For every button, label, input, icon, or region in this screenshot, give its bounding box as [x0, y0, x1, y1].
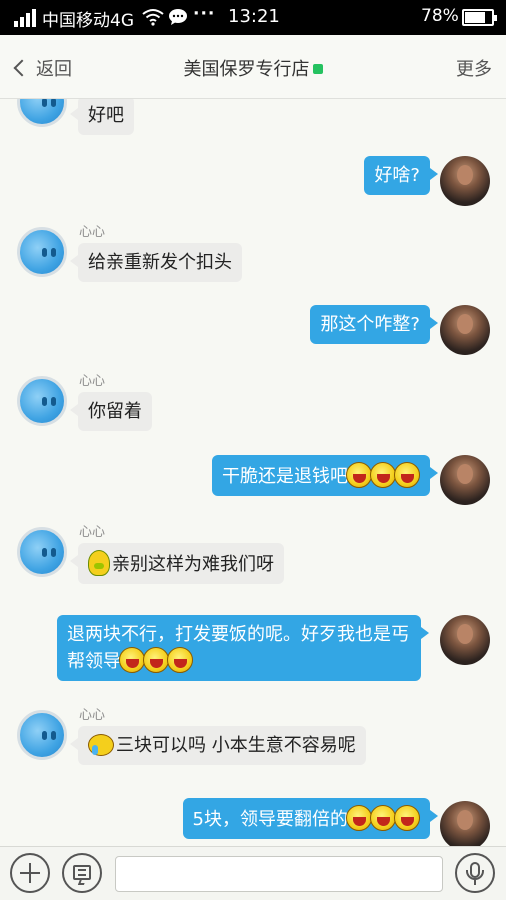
clock: 13:21	[228, 6, 280, 27]
sender-name: 心心	[79, 374, 106, 389]
message-notification-icon	[169, 9, 187, 25]
message-bubble-outgoing: 干脆还是退钱吧	[212, 455, 438, 496]
carrier-label: 中国移动4G	[42, 11, 134, 31]
wifi-icon	[142, 9, 164, 26]
laughing-emoji-icon	[346, 462, 372, 488]
crying-emoji-icon	[88, 734, 114, 756]
laughing-emoji-icon	[370, 805, 396, 831]
message-bubble-incoming: 给亲重新发个扣头	[70, 243, 242, 282]
message-bubble-outgoing: 退两块不行，打发要饭的呢。好歹我也是丐 帮领导	[57, 615, 429, 681]
sender-name: 心心	[79, 525, 106, 540]
message-bubble-incoming: 好吧	[70, 99, 134, 135]
my-avatar[interactable]	[440, 305, 490, 355]
battery-icon	[462, 9, 497, 26]
contact-avatar[interactable]	[17, 527, 67, 577]
contact-avatar[interactable]	[17, 376, 67, 426]
chat-title: 美国保罗专行店	[0, 55, 506, 81]
laughing-emoji-icon	[370, 462, 396, 488]
my-avatar[interactable]	[440, 455, 490, 505]
contact-avatar[interactable]	[17, 710, 67, 760]
battery-percent: 78%	[421, 6, 459, 26]
message-bubble-incoming: 三块可以吗 小本生意不容易呢	[70, 726, 366, 765]
message-bubble-outgoing: 5块，领导要翻倍的	[182, 798, 439, 839]
message-bubble-incoming: 亲别这样为难我们呀	[70, 543, 284, 584]
contact-avatar[interactable]	[17, 227, 67, 277]
message-text: 5块，领导要翻倍的	[192, 809, 348, 830]
message-icon[interactable]	[62, 853, 102, 893]
laughing-emoji-icon	[394, 462, 420, 488]
chat-header: 返回 美国保罗专行店 更多	[0, 35, 506, 99]
my-avatar[interactable]	[440, 615, 490, 665]
message-text: 退两块不行，打发要饭的呢。好歹我也是丐	[67, 624, 409, 645]
shy-emoji-icon	[88, 550, 110, 576]
message-text-line2: 帮领导	[67, 647, 411, 674]
laughing-emoji-icon	[394, 805, 420, 831]
input-bar	[0, 846, 506, 900]
more-button[interactable]: 更多	[456, 55, 492, 81]
message-text: 亲别这样为难我们呀	[112, 554, 274, 575]
message-text: 三块可以吗 小本生意不容易呢	[116, 735, 356, 756]
laughing-emoji-icon	[119, 647, 145, 673]
my-avatar[interactable]	[440, 801, 490, 846]
laughing-emoji-icon	[346, 805, 372, 831]
laughing-emoji-icon	[167, 647, 193, 673]
microphone-icon[interactable]	[455, 853, 495, 893]
signal-icon	[14, 9, 38, 27]
status-bar: 中国移动4G ··· 13:21 78%	[0, 0, 506, 35]
sender-name: 心心	[79, 708, 106, 723]
contact-avatar[interactable]	[17, 99, 67, 127]
plus-icon[interactable]	[10, 853, 50, 893]
chat-message-list[interactable]: 好吧 好啥? 心心 给亲重新发个扣头 那这个咋整? 心心 你留着 干脆还是退钱吧…	[0, 99, 506, 846]
shop-name: 美国保罗专行店	[183, 59, 310, 80]
laughing-emoji-icon	[143, 647, 169, 673]
online-status-icon	[312, 64, 323, 74]
message-bubble-outgoing: 那这个咋整?	[310, 305, 438, 344]
my-avatar[interactable]	[440, 156, 490, 206]
sender-name: 心心	[79, 225, 106, 240]
message-bubble-outgoing: 好啥?	[364, 156, 438, 195]
message-text: 干脆还是退钱吧	[222, 466, 348, 487]
message-bubble-incoming: 你留着	[70, 392, 152, 431]
more-notifications-icon: ···	[193, 4, 216, 24]
message-input[interactable]	[115, 856, 443, 892]
